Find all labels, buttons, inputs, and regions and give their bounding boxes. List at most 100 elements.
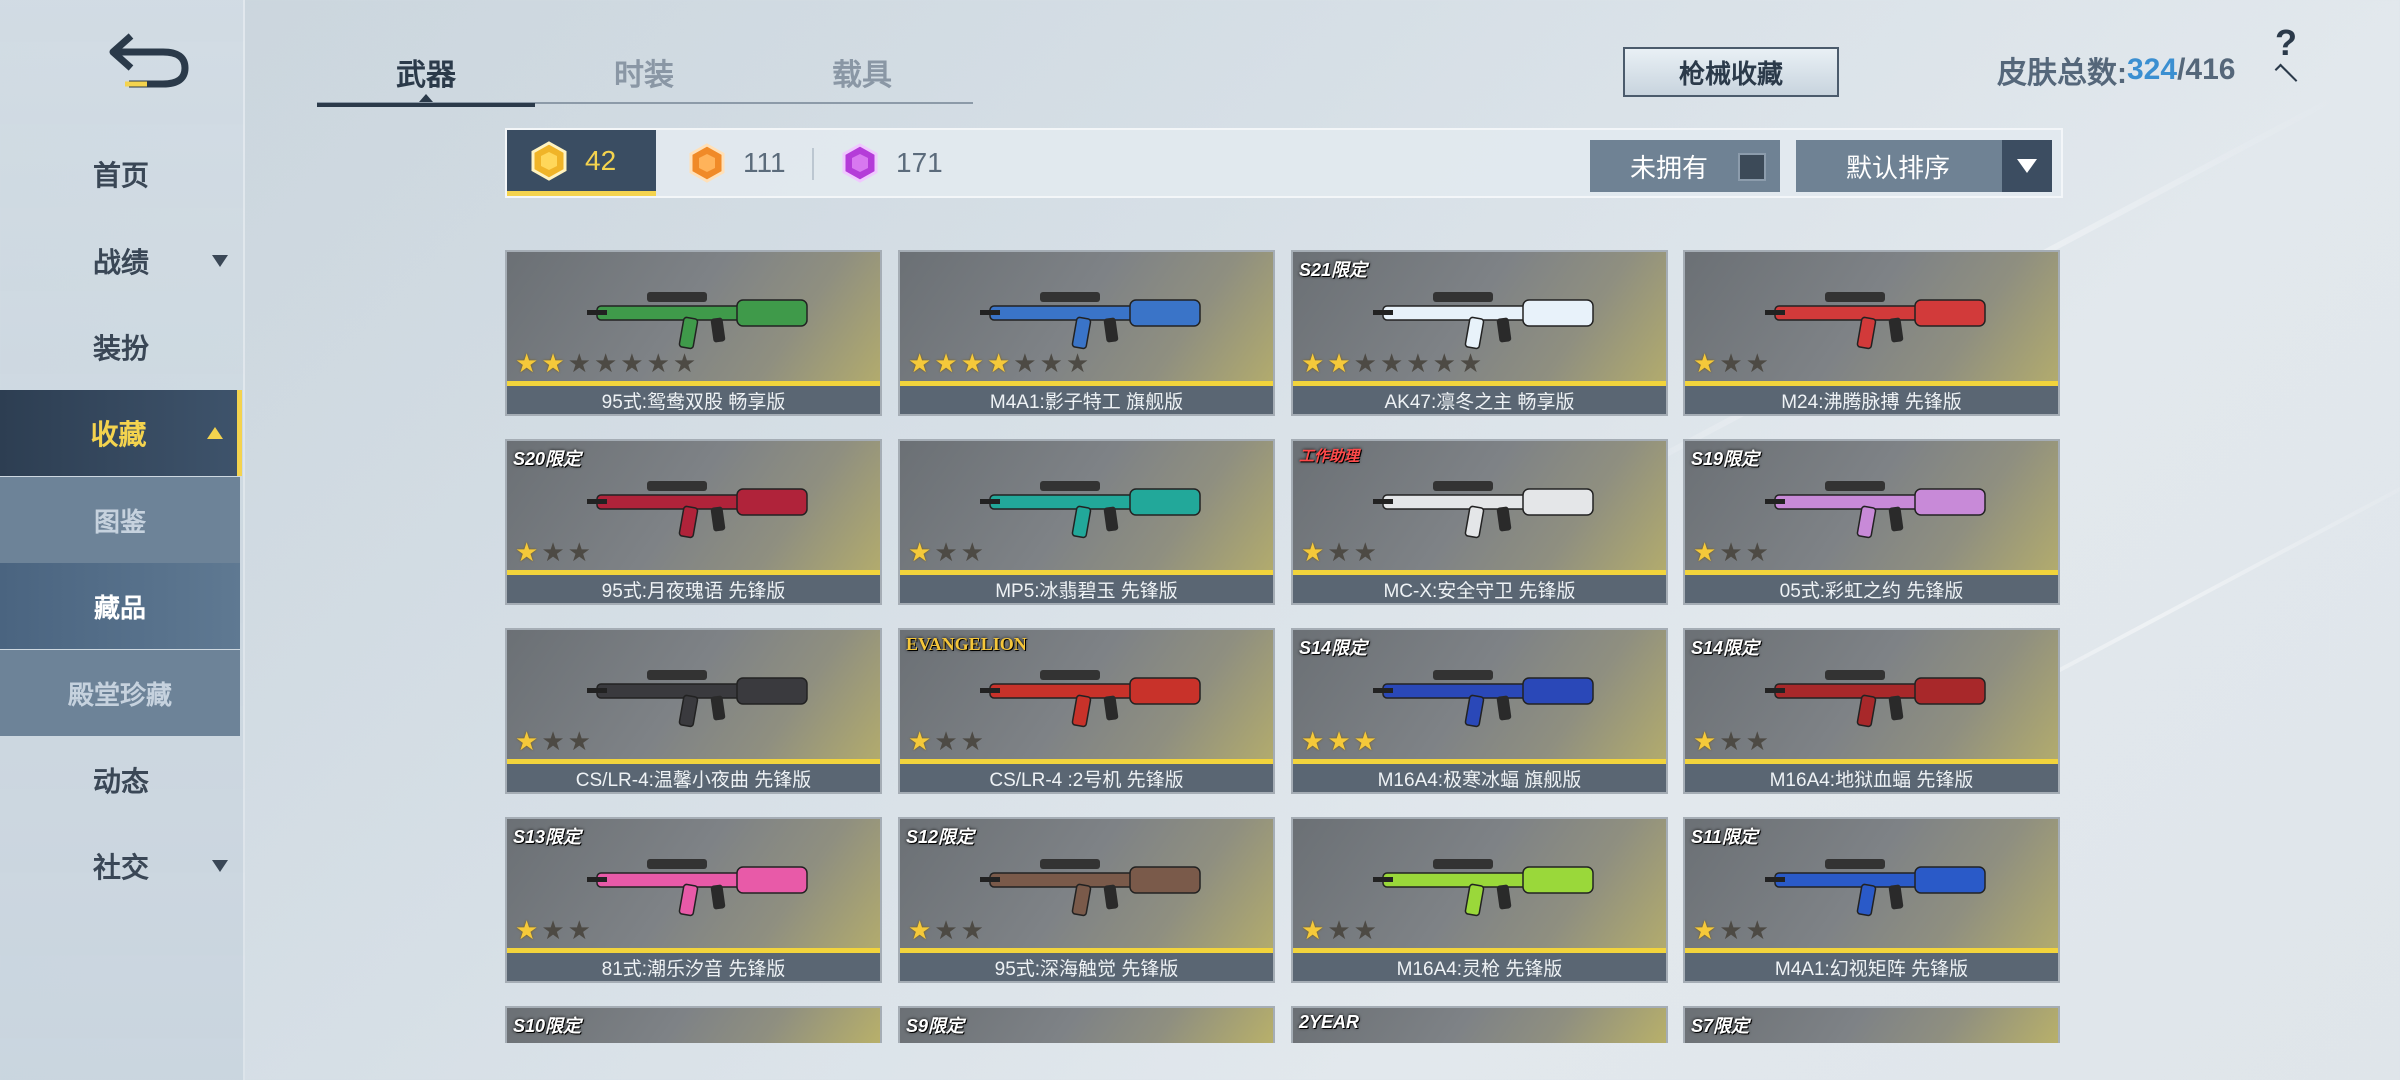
sidebar-item-label: 动态 — [92, 766, 149, 797]
sidebar-subitem-label: 藏品 — [93, 592, 146, 623]
sidebar-subitem[interactable]: 藏品 — [0, 563, 240, 649]
star-icon: ★ — [567, 348, 591, 378]
weapon-image — [980, 481, 1201, 539]
weapon-skin-card[interactable]: S14限定 ★ ★ ★ M16A4:地狱血蝠 先锋版 — [1683, 628, 2060, 794]
weapon-skin-card[interactable]: S9限定 — [898, 1006, 1275, 1043]
star-icon: ★ — [1693, 537, 1717, 567]
star-rating: ★ ★ ★ — [1693, 350, 1772, 376]
star-icon: ★ — [620, 348, 644, 378]
star-icon: ★ — [1353, 348, 1377, 378]
weapon-skin-card[interactable]: S11限定 ★ ★ ★ M4A1:幻视矩阵 先锋版 — [1683, 817, 2060, 983]
star-icon: ★ — [567, 537, 591, 567]
back-button[interactable] — [105, 28, 195, 93]
currency-filter-purple[interactable]: 171 — [840, 130, 970, 196]
star-icon: ★ — [646, 348, 670, 378]
weapon-skin-name: 05式:彩虹之约 先锋版 — [1685, 575, 2058, 603]
weapon-skin-card[interactable]: S20限定 ★ ★ ★ 95式:月夜瑰语 先锋版 — [505, 439, 882, 605]
weapon-skin-card[interactable]: S19限定 ★ ★ ★ 05式:彩虹之约 先锋版 — [1683, 439, 2060, 605]
caret-up-icon — [207, 427, 223, 439]
star-icon: ★ — [541, 726, 565, 756]
star-icon: ★ — [1719, 348, 1743, 378]
help-icon: ? — [2275, 22, 2297, 63]
weapon-skin-card[interactable]: S12限定 ★ ★ ★ 95式:深海触觉 先锋版 — [898, 817, 1275, 983]
star-icon: ★ — [1745, 915, 1769, 945]
weapon-image — [587, 670, 808, 728]
star-icon: ★ — [1353, 726, 1377, 756]
currency-filter-gold[interactable]: 42 — [507, 130, 656, 196]
sidebar-item[interactable]: 首页 — [0, 131, 242, 217]
sidebar-subitem[interactable]: 图鉴 — [0, 477, 240, 563]
weapon-skin-name: CS/LR-4:温馨小夜曲 先锋版 — [507, 764, 880, 792]
season-badge: 工作助理 — [1299, 448, 1360, 465]
star-icon: ★ — [1379, 348, 1404, 378]
filter-bar: 42 111 171 未拥有 默认排序 — [505, 128, 2063, 198]
gold-gem-icon — [531, 140, 567, 181]
weapon-skin-card[interactable]: S13限定 ★ ★ ★ 81式:潮乐汐音 先锋版 — [505, 817, 882, 983]
sidebar: 首页 战绩 装扮收藏动态社交 图鉴藏品殿堂珍藏 — [0, 0, 245, 1080]
sidebar-item[interactable]: 社交 — [0, 823, 242, 909]
weapon-skin-card[interactable]: S10限定 — [505, 1006, 882, 1043]
orange-gem-icon — [689, 143, 725, 183]
weapon-skin-name: M16A4:灵枪 先锋版 — [1293, 953, 1666, 981]
star-rating: ★ ★ ★ ★ ★ ★ ★ — [908, 350, 1092, 376]
skin-total: 皮肤总数: 324 / 416 — [1997, 50, 2235, 90]
weapon-image — [980, 670, 1201, 728]
weapon-skin-card[interactable]: EVANGELION ★ ★ ★ CS/LR-4 :2号机 先锋版 — [898, 628, 1275, 794]
weapon-skin-card[interactable]: ★ ★ ★ ★ ★ ★ ★ 95式:鸳鸯双股 畅享版 — [505, 250, 882, 416]
season-badge: S14限定 — [1691, 638, 1760, 658]
sidebar-item-label: 收藏 — [90, 419, 147, 450]
star-icon: ★ — [515, 537, 539, 567]
weapon-skin-card[interactable]: S7限定 — [1683, 1006, 2060, 1043]
weapon-image — [980, 859, 1201, 917]
weapon-skin-card[interactable]: ★ ★ ★ CS/LR-4:温馨小夜曲 先锋版 — [505, 628, 882, 794]
star-rating: ★ ★ ★ ★ ★ ★ ★ — [515, 350, 699, 376]
gun-collection-button[interactable]: 枪械收藏 — [1623, 47, 1839, 97]
season-badge: S20限定 — [513, 449, 582, 469]
unowned-checkbox[interactable] — [1738, 153, 1766, 181]
weapon-skin-card[interactable]: ★ ★ ★ M24:沸腾脉搏 先锋版 — [1683, 250, 2060, 416]
sort-dropdown[interactable]: 默认排序 — [1796, 140, 2052, 192]
star-rating: ★ ★ ★ — [1693, 917, 1772, 943]
star-icon: ★ — [1301, 537, 1325, 567]
star-icon: ★ — [1693, 915, 1717, 945]
season-badge: S14限定 — [1299, 638, 1368, 658]
sidebar-subitem[interactable]: 殿堂珍藏 — [0, 650, 240, 736]
star-icon: ★ — [960, 915, 984, 945]
weapon-skin-card[interactable]: 2YEAR — [1291, 1006, 1668, 1043]
weapon-skin-card[interactable]: 工作助理 ★ ★ ★ MC-X:安全守卫 先锋版 — [1291, 439, 1668, 605]
star-icon: ★ — [515, 726, 539, 756]
tab-vehicles[interactable]: 载具 — [753, 40, 971, 104]
skin-owned-count: 324 — [2127, 53, 2178, 86]
weapon-skin-name: AK47:凛冬之主 畅享版 — [1293, 386, 1666, 414]
help-button[interactable]: ? — [2262, 22, 2310, 87]
sidebar-item[interactable]: 装扮 — [0, 304, 242, 390]
tab-weapons[interactable]: 武器 — [317, 40, 535, 107]
tab-outfits[interactable]: 时装 — [535, 40, 753, 104]
star-icon: ★ — [908, 348, 932, 378]
unowned-toggle[interactable]: 未拥有 — [1590, 140, 1780, 192]
star-icon: ★ — [541, 915, 565, 945]
weapon-skin-name: CS/LR-4 :2号机 先锋版 — [900, 764, 1273, 792]
weapon-skin-card[interactable]: ★ ★ ★ ★ ★ ★ ★ M4A1:影子特工 旗舰版 — [898, 250, 1275, 416]
sidebar-item[interactable]: 收藏 — [0, 390, 242, 476]
star-icon: ★ — [1327, 915, 1351, 945]
star-icon: ★ — [908, 537, 932, 567]
star-icon: ★ — [1065, 348, 1090, 378]
star-rating: ★ ★ ★ — [1301, 917, 1380, 943]
season-badge: S21限定 — [1299, 260, 1368, 280]
weapon-skin-card[interactable]: S14限定 ★ ★ ★ M16A4:极寒冰蝠 旗舰版 — [1291, 628, 1668, 794]
currency-filter-orange[interactable]: 111 — [687, 130, 817, 196]
weapon-skin-card[interactable]: ★ ★ ★ M16A4:灵枪 先锋版 — [1291, 817, 1668, 983]
sidebar-item[interactable]: 战绩 — [0, 218, 242, 304]
chevron-up-icon — [2274, 63, 2298, 87]
weapon-skin-card[interactable]: ★ ★ ★ MP5:冰翡碧玉 先锋版 — [898, 439, 1275, 605]
weapon-image — [1373, 481, 1594, 539]
season-badge: S12限定 — [906, 827, 975, 847]
star-icon: ★ — [1745, 537, 1769, 567]
star-rating: ★ ★ ★ — [1693, 539, 1772, 565]
sidebar-item[interactable]: 动态 — [0, 737, 242, 823]
star-icon: ★ — [593, 348, 618, 378]
star-icon: ★ — [960, 348, 984, 378]
weapon-skin-card[interactable]: S21限定 ★ ★ ★ ★ ★ ★ ★ AK47:凛冬之主 畅享版 — [1291, 250, 1668, 416]
star-rating: ★ ★ ★ — [1301, 728, 1380, 754]
